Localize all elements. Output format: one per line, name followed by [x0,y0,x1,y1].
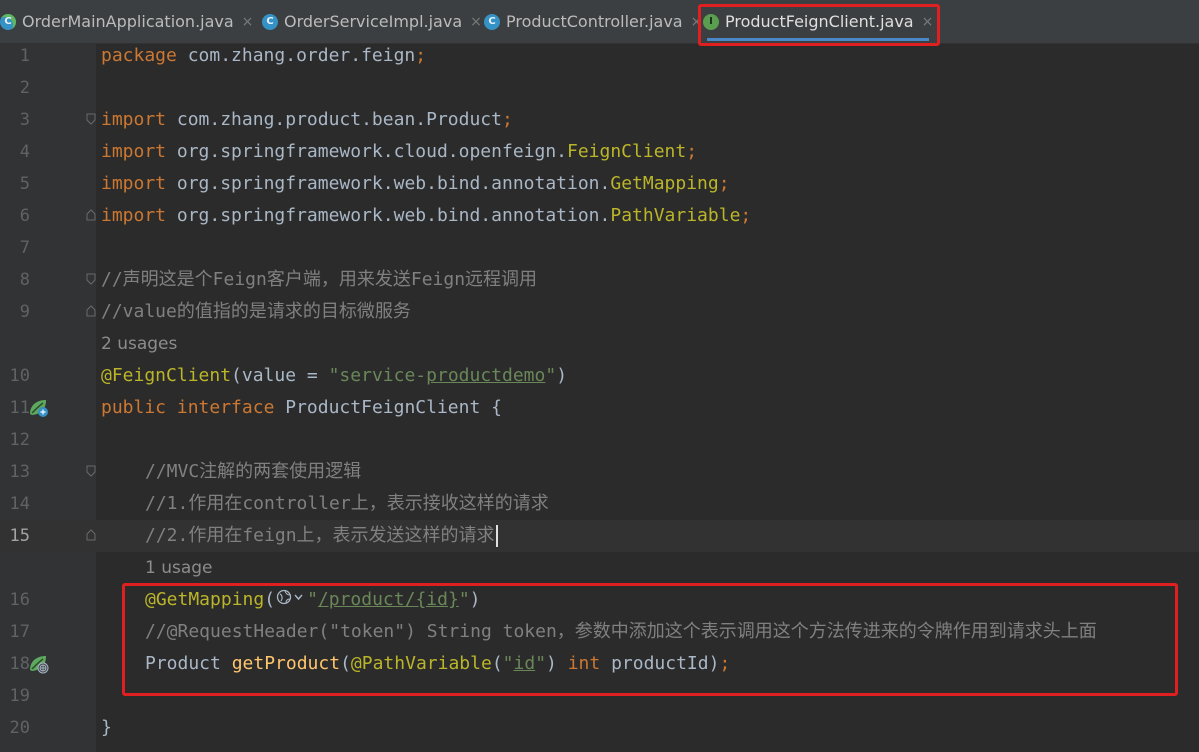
code-text[interactable]: import com.zhang.product.bean.Product; [101,104,513,136]
fold-open-icon[interactable] [86,465,96,477]
code-line: 12 [0,424,1199,456]
current-code-line: 15 //2.作用在feign上，表示发送这样的请求 [0,520,1199,552]
line-number: 6 [19,206,30,226]
line-number: 14 [9,494,30,514]
fold-open-icon[interactable] [86,113,96,125]
line-number: 3 [19,110,30,130]
code-line: 7 [0,232,1199,264]
line-number: 12 [9,430,30,450]
code-line: 19 [0,680,1199,712]
comment-text[interactable]: //声明这是个Feign客户端，用来发送Feign远程调用 [101,264,537,296]
class-icon: C [484,13,500,30]
code-text[interactable]: import org.springframework.web.bind.anno… [101,200,751,232]
fold-end-icon[interactable] [86,209,96,221]
line-number: 18 [9,654,30,674]
code-line: 11 public interface ProductFeignClient { [0,392,1199,424]
spring-app-class-icon: C [0,13,16,30]
code-line: 18 Product getProduct(@PathVariable("id"… [0,648,1199,680]
tab-label: ProductFeignClient.java [725,12,914,31]
comment-text[interactable]: //value的值指的是请求的目标微服务 [101,296,411,328]
editor-tab-bar: C OrderMainApplication.java × C OrderSer… [0,0,1199,44]
line-number: 20 [9,718,30,738]
code-text[interactable]: package com.zhang.order.feign; [101,40,426,72]
line-number: 7 [19,238,30,258]
line-number: 17 [9,622,30,642]
code-line: 10 @FeignClient(value = "service-product… [0,360,1199,392]
line-number: 4 [19,142,30,162]
code-text[interactable]: public interface ProductFeignClient { [101,392,502,424]
code-text[interactable]: //2.作用在feign上，表示发送这样的请求 [145,520,498,552]
code-text[interactable]: Product getProduct(@PathVariable("id") i… [145,648,730,680]
code-line: 13 //MVC注解的两套使用逻辑 [0,456,1199,488]
tab-label: OrderMainApplication.java [22,12,234,31]
code-line: 4 import org.springframework.cloud.openf… [0,136,1199,168]
code-line: 16 @GetMapping("/product/{id}") [0,584,1199,616]
code-line: 5 import org.springframework.web.bind.an… [0,168,1199,200]
fold-end-icon[interactable] [86,305,96,317]
code-line: 17 //@RequestHeader("token") String toke… [0,616,1199,648]
code-line: 14 //1.作用在controller上，表示接收这样的请求 [0,488,1199,520]
close-icon[interactable]: × [242,14,254,30]
code-text[interactable]: } [101,712,112,744]
code-line: 3 import com.zhang.product.bean.Product; [0,104,1199,136]
line-number: 5 [19,174,30,194]
code-line: 20 } [0,712,1199,744]
tab-label: OrderServiceImpl.java [284,12,463,31]
comment-text[interactable]: //1.作用在controller上，表示接收这样的请求 [145,488,549,520]
spring-bean-icon[interactable] [28,398,50,418]
tab-order-service-impl[interactable]: C OrderServiceImpl.java × [262,0,482,43]
fold-end-icon[interactable] [86,529,96,541]
comment-text[interactable]: //@RequestHeader("token") String token，参… [145,616,1097,648]
usages-hint-row: 2 usages [0,328,1199,360]
spring-bean-icon[interactable] [28,654,50,674]
close-icon[interactable]: × [922,14,934,30]
usages-hint-row: 1 usage [0,552,1199,584]
code-line: 2 [0,72,1199,104]
line-number: 15 [9,526,30,546]
tab-order-main-application[interactable]: C OrderMainApplication.java × [0,0,253,43]
fold-open-icon[interactable] [86,273,96,285]
tab-product-feign-client[interactable]: I ProductFeignClient.java × [703,0,933,43]
code-line: 8 //声明这是个Feign客户端，用来发送Feign远程调用 [0,264,1199,296]
interface-icon: I [703,13,719,30]
line-number: 9 [19,302,30,322]
tab-product-controller[interactable]: C ProductController.java × [484,0,702,43]
code-line: 1 package com.zhang.order.feign; [0,40,1199,72]
usages-hint[interactable]: 1 usage [145,552,213,584]
line-number: 13 [9,462,30,482]
line-number: 11 [9,398,30,418]
code-text[interactable]: import org.springframework.web.bind.anno… [101,168,730,200]
usages-hint[interactable]: 2 usages [101,328,177,360]
line-number: 2 [19,78,30,98]
ide-editor-window: C OrderMainApplication.java × C OrderSer… [0,0,1199,752]
class-icon: C [262,13,278,30]
close-icon[interactable]: × [691,14,703,30]
line-number: 1 [19,46,30,66]
line-number: 8 [19,270,30,290]
code-line: 9 //value的值指的是请求的目标微服务 [0,296,1199,328]
comment-text[interactable]: //MVC注解的两套使用逻辑 [145,456,361,488]
text-caret [495,525,498,547]
line-number: 19 [9,686,30,706]
code-text[interactable]: @FeignClient(value = "service-productdem… [101,360,567,392]
close-icon[interactable]: × [470,14,482,30]
code-text[interactable]: @GetMapping("/product/{id}") [145,584,481,616]
globe-icon[interactable] [276,584,306,616]
line-number: 16 [9,590,30,610]
tab-label: ProductController.java [506,12,683,31]
code-text[interactable]: import org.springframework.cloud.openfei… [101,136,697,168]
code-line: 6 import org.springframework.web.bind.an… [0,200,1199,232]
line-number: 10 [9,366,30,386]
